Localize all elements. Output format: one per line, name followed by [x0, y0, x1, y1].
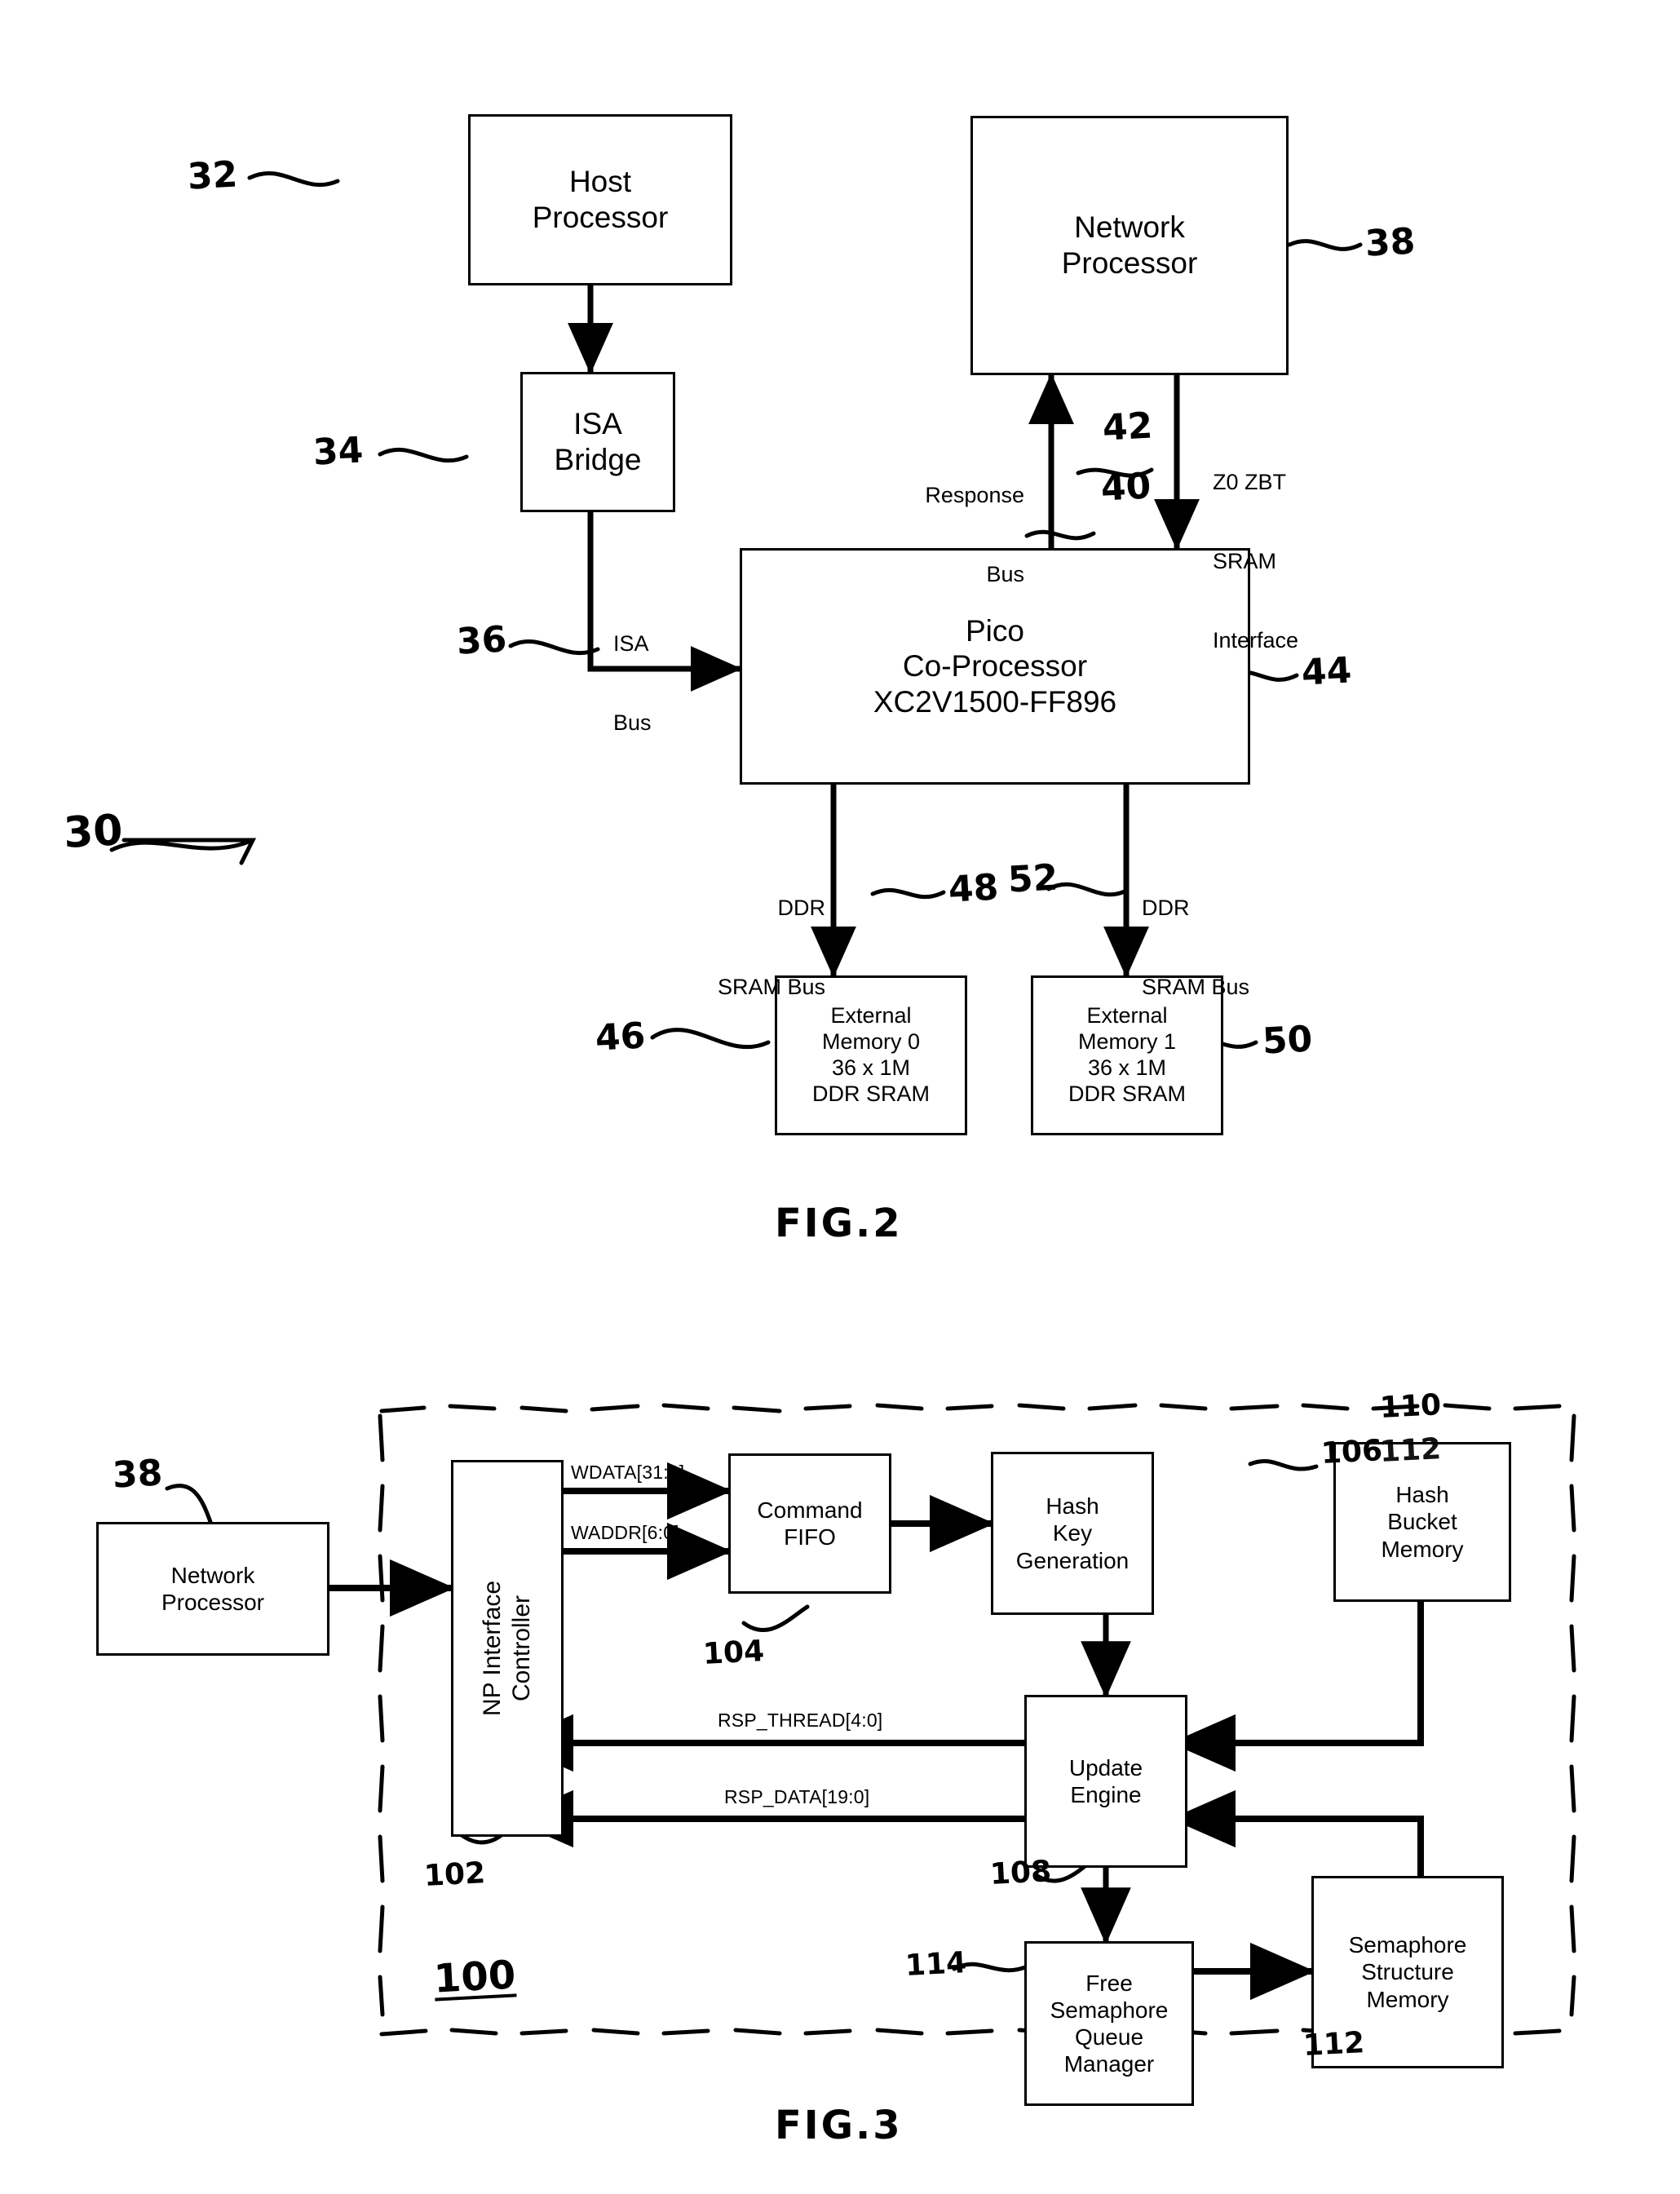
- block-hash-bucket-memory-line-1: Bucket: [1387, 1509, 1457, 1535]
- block-network-processor-fig3-line-0: Network: [170, 1562, 255, 1588]
- ref-106: 106: [1320, 1434, 1384, 1471]
- block-network-processor-line-1: Processor: [1061, 246, 1198, 280]
- block-external-memory-0-line-0: External: [830, 1003, 912, 1028]
- np-if-line-1: Controller: [508, 1595, 535, 1702]
- ref-112: 112: [1302, 2026, 1366, 2063]
- label-zbt-line-2: Interface: [1213, 628, 1299, 653]
- label-ddr-bus-1-line-1: SRAM Bus: [1142, 974, 1250, 999]
- block-hash-bucket-memory-line-2: Memory: [1381, 1536, 1464, 1562]
- block-hash-key-generation[interactable]: Hash Key Generation: [991, 1452, 1154, 1615]
- label-ddr-bus-1-line-0: DDR: [1142, 895, 1190, 920]
- label-ddr-bus-0-line-0: DDR: [777, 895, 826, 920]
- ref-38-fig2: 38: [1364, 220, 1417, 265]
- ref-30-system: 30: [62, 806, 124, 858]
- block-network-processor-fig2[interactable]: Network Processor: [970, 116, 1289, 375]
- ref-110: 110: [1378, 1388, 1443, 1425]
- ref-112-stray: 112: [1378, 1432, 1443, 1469]
- block-external-memory-0-line-1: Memory 0: [821, 1029, 921, 1055]
- np-if-line-0: NP Interface: [479, 1580, 506, 1717]
- label-ddr-sram-bus-1: DDR SRAM Bus: [1142, 842, 1249, 1053]
- block-command-fifo-line-0: Command: [757, 1497, 863, 1523]
- figure-caption-2: FIG.2: [775, 1201, 903, 1246]
- block-isa-bridge-line-0: ISA: [573, 407, 622, 441]
- ref-40: 40: [1099, 465, 1152, 510]
- block-network-processor-line-0: Network: [1074, 210, 1185, 245]
- label-response-bus-line-1: Bus: [986, 561, 1024, 586]
- block-update-engine-line-0: Update: [1068, 1754, 1143, 1780]
- label-response-bus-line-0: Response: [925, 482, 1024, 507]
- block-semaphore-structure-memory-line-0: Semaphore: [1348, 1932, 1467, 1958]
- ref-50: 50: [1261, 1018, 1314, 1063]
- ref-36: 36: [455, 618, 508, 663]
- block-external-memory-1-line-2: 36 x 1M: [1087, 1055, 1167, 1080]
- block-update-engine[interactable]: Update Engine: [1024, 1695, 1187, 1868]
- block-isa-bridge[interactable]: ISA Bridge: [520, 372, 675, 512]
- block-network-processor-fig3-line-1: Processor: [161, 1590, 265, 1615]
- signal-label-waddr: WADDR[6:0]: [571, 1522, 679, 1543]
- block-isa-bridge-line-1: Bridge: [554, 443, 642, 476]
- signal-label-wdata: WDATA[31:0]: [571, 1462, 685, 1483]
- block-free-semaphore-queue-manager[interactable]: Free Semaphore Queue Manager: [1024, 1941, 1194, 2106]
- signal-label-rsp-data: RSP_DATA[19:0]: [724, 1786, 870, 1807]
- block-update-engine-line-1: Engine: [1070, 1782, 1142, 1807]
- ref-100-system: 100: [432, 1952, 517, 2002]
- label-response-bus: Response Bus: [829, 429, 1024, 640]
- ref-38-fig3: 38: [111, 1452, 164, 1497]
- ref-52: 52: [1006, 856, 1059, 901]
- block-external-memory-1-line-3: DDR SRAM: [1068, 1081, 1186, 1106]
- label-zbt-line-0: Z0 ZBT: [1213, 469, 1287, 494]
- block-np-interface-controller-label: NP Interface Controller: [478, 1581, 537, 1716]
- label-zbt-line-1: SRAM: [1213, 548, 1277, 573]
- block-free-semaphore-queue-manager-line-3: Manager: [1063, 2051, 1155, 2077]
- label-zbt-sram-interface: Z0 ZBT SRAM Interface: [1213, 416, 1298, 706]
- block-pico-coprocessor-line-1: Co-Processor: [902, 649, 1088, 683]
- block-free-semaphore-queue-manager-line-0: Free: [1085, 1970, 1133, 1996]
- ref-102: 102: [422, 1856, 487, 1893]
- label-isa-bus-line-0: ISA: [613, 630, 649, 656]
- label-isa-bus-line-1: Bus: [613, 710, 652, 735]
- block-semaphore-structure-memory-line-2: Memory: [1366, 1986, 1449, 2012]
- ref-108: 108: [988, 1855, 1053, 1891]
- ref-44: 44: [1300, 649, 1353, 694]
- block-hash-key-generation-line-0: Hash: [1046, 1493, 1099, 1519]
- block-network-processor-fig3[interactable]: Network Processor: [96, 1522, 329, 1656]
- block-host-processor-line-0: Host: [568, 165, 632, 199]
- block-np-interface-controller[interactable]: NP Interface Controller: [451, 1460, 564, 1837]
- ref-114: 114: [904, 1946, 968, 1983]
- block-hash-bucket-memory-line-0: Hash: [1395, 1482, 1449, 1508]
- block-hash-key-generation-line-1: Key: [1052, 1520, 1093, 1546]
- block-host-processor[interactable]: Host Processor: [468, 114, 732, 285]
- arrow-semaphore-memory-update-engine: [1170, 1789, 1450, 1938]
- block-free-semaphore-queue-manager-line-2: Queue: [1074, 2024, 1144, 2050]
- label-ddr-sram-bus-0: DDR SRAM Bus: [652, 842, 825, 1053]
- block-command-fifo[interactable]: Command FIFO: [728, 1453, 891, 1594]
- block-host-processor-line-1: Processor: [532, 201, 669, 234]
- block-command-fifo-line-1: FIFO: [784, 1524, 836, 1550]
- ref-104: 104: [701, 1634, 766, 1671]
- patent-drawing-sheet: Host Processor ISA Bridge Network Proces…: [0, 0, 1680, 2194]
- figure-caption-3: FIG.3: [775, 2103, 903, 2148]
- ref-32: 32: [186, 153, 239, 198]
- block-free-semaphore-queue-manager-line-1: Semaphore: [1050, 1997, 1169, 2023]
- ref-42: 42: [1101, 405, 1154, 449]
- ref-46: 46: [594, 1015, 647, 1059]
- label-isa-bus: ISA Bus: [613, 577, 652, 789]
- block-pico-coprocessor-line-2: XC2V1500-FF896: [873, 684, 1117, 719]
- block-hash-key-generation-line-2: Generation: [1015, 1547, 1130, 1573]
- signal-label-rsp-thread: RSP_THREAD[4:0]: [718, 1710, 883, 1731]
- label-ddr-bus-0-line-1: SRAM Bus: [717, 974, 825, 999]
- ref-48: 48: [947, 866, 1000, 911]
- block-external-memory-0-line-3: DDR SRAM: [811, 1081, 930, 1106]
- block-semaphore-structure-memory-line-1: Structure: [1361, 1959, 1454, 1985]
- ref-34: 34: [312, 429, 365, 474]
- block-external-memory-0-line-2: 36 x 1M: [831, 1055, 911, 1080]
